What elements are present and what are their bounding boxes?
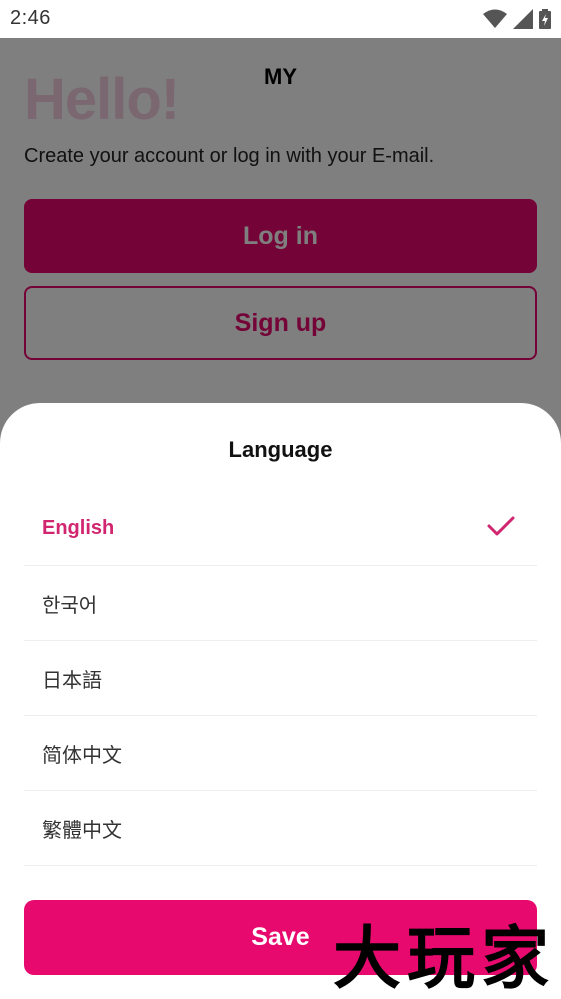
language-option-korean[interactable]: 한국어 bbox=[24, 566, 537, 641]
battery-icon bbox=[539, 9, 551, 29]
language-label: English bbox=[42, 516, 115, 539]
language-bottom-sheet: Language English 한국어 日本語 简体中文 繁體中文 Save bbox=[0, 403, 561, 999]
signal-icon bbox=[513, 9, 533, 29]
wifi-icon bbox=[483, 9, 507, 28]
language-label: 简体中文 bbox=[42, 744, 122, 767]
language-option-japanese[interactable]: 日本語 bbox=[24, 641, 537, 716]
language-list: English 한국어 日本語 简体中文 繁體中文 bbox=[24, 491, 537, 866]
status-time: 2:46 bbox=[10, 7, 51, 29]
status-icons bbox=[483, 8, 551, 30]
language-option-english[interactable]: English bbox=[24, 491, 537, 566]
language-option-traditional-chinese[interactable]: 繁體中文 bbox=[24, 791, 537, 866]
language-label: 繁體中文 bbox=[42, 819, 122, 842]
language-option-simplified-chinese[interactable]: 简体中文 bbox=[24, 716, 537, 791]
check-icon bbox=[487, 516, 515, 536]
language-label: 한국어 bbox=[42, 594, 98, 617]
status-bar: 2:46 bbox=[0, 0, 561, 38]
watermark: 大玩家 bbox=[332, 919, 555, 999]
language-label: 日本語 bbox=[42, 669, 102, 692]
sheet-title: Language bbox=[228, 437, 333, 462]
